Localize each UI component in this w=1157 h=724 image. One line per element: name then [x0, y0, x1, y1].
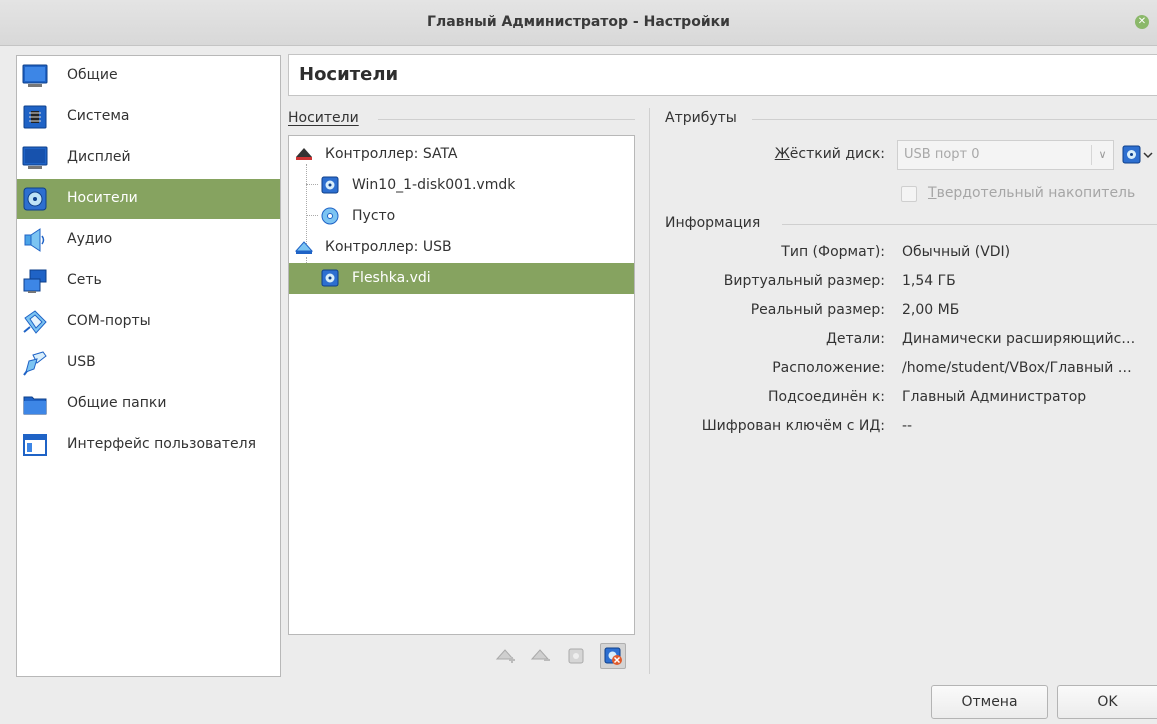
- hard-disk-icon: [321, 269, 339, 287]
- page-title: Носители: [299, 64, 399, 85]
- chevron-down-icon: ∨: [1091, 145, 1113, 165]
- info-value-virtual-size: 1,54 ГБ: [902, 273, 956, 289]
- sidebar-item-label: Аудио: [67, 231, 113, 247]
- title-bar: Главный Администратор - Настройки ✕: [0, 0, 1157, 46]
- remove-controller-icon[interactable]: [527, 643, 553, 669]
- sidebar-item-label: USB: [67, 354, 96, 370]
- tree-item-hard-disk-selected[interactable]: Fleshka.vdi: [289, 263, 634, 294]
- sidebar-item-user-interface[interactable]: Интерфейс пользователя: [17, 425, 280, 465]
- info-value-type: Обычный (VDI): [902, 244, 1011, 260]
- sidebar-item-general[interactable]: Общие: [17, 56, 280, 96]
- network-icon: [23, 269, 47, 293]
- information-group-title: Информация: [665, 215, 761, 231]
- info-label-type: Тип (Формат):: [781, 244, 885, 260]
- remove-attachment-icon: [604, 647, 622, 665]
- tree-item-label: Пусто: [352, 208, 396, 224]
- info-label-actual-size: Реальный размер:: [750, 302, 885, 318]
- storage-icon: [23, 187, 47, 211]
- attributes-group-divider: [752, 119, 1157, 120]
- sidebar-item-com-ports[interactable]: COM-порты: [17, 302, 280, 342]
- ssd-checkbox-label: Твердотельный накопитель: [928, 185, 1136, 201]
- sidebar-item-label: COM-порты: [67, 313, 151, 329]
- serial-ports-icon: [23, 310, 47, 334]
- general-icon: [22, 64, 48, 87]
- tree-item-label: Fleshka.vdi: [352, 270, 431, 286]
- info-label-location: Расположение:: [772, 360, 885, 376]
- sidebar-item-audio[interactable]: Аудио: [17, 220, 280, 260]
- remove-attachment-button[interactable]: [600, 643, 626, 669]
- ok-button[interactable]: OK: [1057, 685, 1157, 719]
- panel-separator: [649, 108, 650, 674]
- sidebar-item-storage[interactable]: Носители: [17, 179, 280, 219]
- ssd-checkbox[interactable]: [901, 186, 917, 202]
- sidebar-item-label: Сеть: [67, 272, 102, 288]
- storage-group-divider: [378, 119, 635, 120]
- storage-tree[interactable]: Контроллер: SATA Win10_1-disk001.vmdk Пу…: [288, 135, 635, 635]
- shared-folders-icon: [23, 396, 47, 415]
- info-value-encryption-key: --: [902, 418, 913, 434]
- sidebar-item-label: Интерфейс пользователя: [67, 436, 257, 452]
- tree-item-label: Контроллер: USB: [325, 239, 452, 255]
- info-label-attached-to: Подсоединён к:: [768, 389, 885, 405]
- hard-disk-label: Жёсткий диск:: [774, 146, 885, 162]
- info-value-attached-to: Главный Администратор: [902, 389, 1087, 405]
- window-title: Главный Администратор - Настройки: [427, 14, 730, 30]
- sidebar-item-label: Дисплей: [67, 149, 131, 165]
- sidebar-item-label: Носители: [67, 190, 138, 206]
- tree-item-optical[interactable]: Пусто: [289, 201, 634, 232]
- attributes-group-title: Атрибуты: [665, 110, 737, 126]
- sidebar-item-label: Общие: [67, 67, 118, 83]
- add-controller-icon[interactable]: [492, 643, 518, 669]
- info-label-virtual-size: Виртуальный размер:: [723, 273, 885, 289]
- hard-disk-slot-value: USB порт 0: [904, 147, 980, 162]
- hard-disk-icon: [321, 176, 339, 194]
- sata-controller-icon: [296, 148, 312, 160]
- optical-disc-icon: [321, 207, 339, 225]
- system-icon: [23, 105, 47, 129]
- cancel-button[interactable]: Отмена: [931, 685, 1048, 719]
- sidebar-item-system[interactable]: Система: [17, 97, 280, 137]
- storage-group-title: Носители: [288, 110, 359, 126]
- audio-icon: [24, 228, 45, 252]
- tree-item-hard-disk[interactable]: Win10_1-disk001.vmdk: [289, 170, 634, 201]
- hard-disk-icon: [1122, 145, 1153, 164]
- info-value-details: Динамически расширяющийс…: [902, 331, 1136, 347]
- sidebar-item-network[interactable]: Сеть: [17, 261, 280, 301]
- info-value-actual-size: 2,00 МБ: [902, 302, 960, 318]
- choose-disk-button[interactable]: [1121, 142, 1155, 168]
- usb-icon: [23, 351, 47, 376]
- info-value-location: /home/student/VBox/Главный …: [902, 360, 1132, 376]
- sidebar-item-label: Общие папки: [67, 395, 167, 411]
- sidebar-item-display[interactable]: Дисплей: [17, 138, 280, 178]
- page-header: Носители: [288, 54, 1157, 96]
- tree-item-sata-controller[interactable]: Контроллер: SATA: [289, 139, 634, 170]
- display-icon: [22, 146, 48, 169]
- tree-item-label: Win10_1-disk001.vmdk: [352, 177, 516, 193]
- sidebar-item-shared-folders[interactable]: Общие папки: [17, 384, 280, 424]
- sidebar-item-usb[interactable]: USB: [17, 343, 280, 383]
- information-group-divider: [782, 224, 1157, 225]
- info-label-details: Детали:: [825, 331, 885, 347]
- sidebar-item-label: Система: [67, 108, 130, 124]
- settings-sidebar: Общие Система Дисплей Носители Аудио Сет…: [16, 55, 281, 677]
- tree-item-label: Контроллер: SATA: [325, 146, 458, 162]
- info-label-encryption-key: Шифрован ключём с ИД:: [701, 418, 885, 434]
- hard-disk-slot-select[interactable]: USB порт 0 ∨: [897, 140, 1114, 170]
- usb-controller-icon: [295, 241, 313, 254]
- close-icon[interactable]: ✕: [1135, 15, 1149, 29]
- add-attachment-icon[interactable]: [564, 643, 590, 669]
- ssd-label-rest: вердотельный накопитель: [936, 185, 1136, 201]
- tree-item-usb-controller[interactable]: Контроллер: USB: [289, 232, 634, 263]
- user-interface-icon: [23, 434, 47, 456]
